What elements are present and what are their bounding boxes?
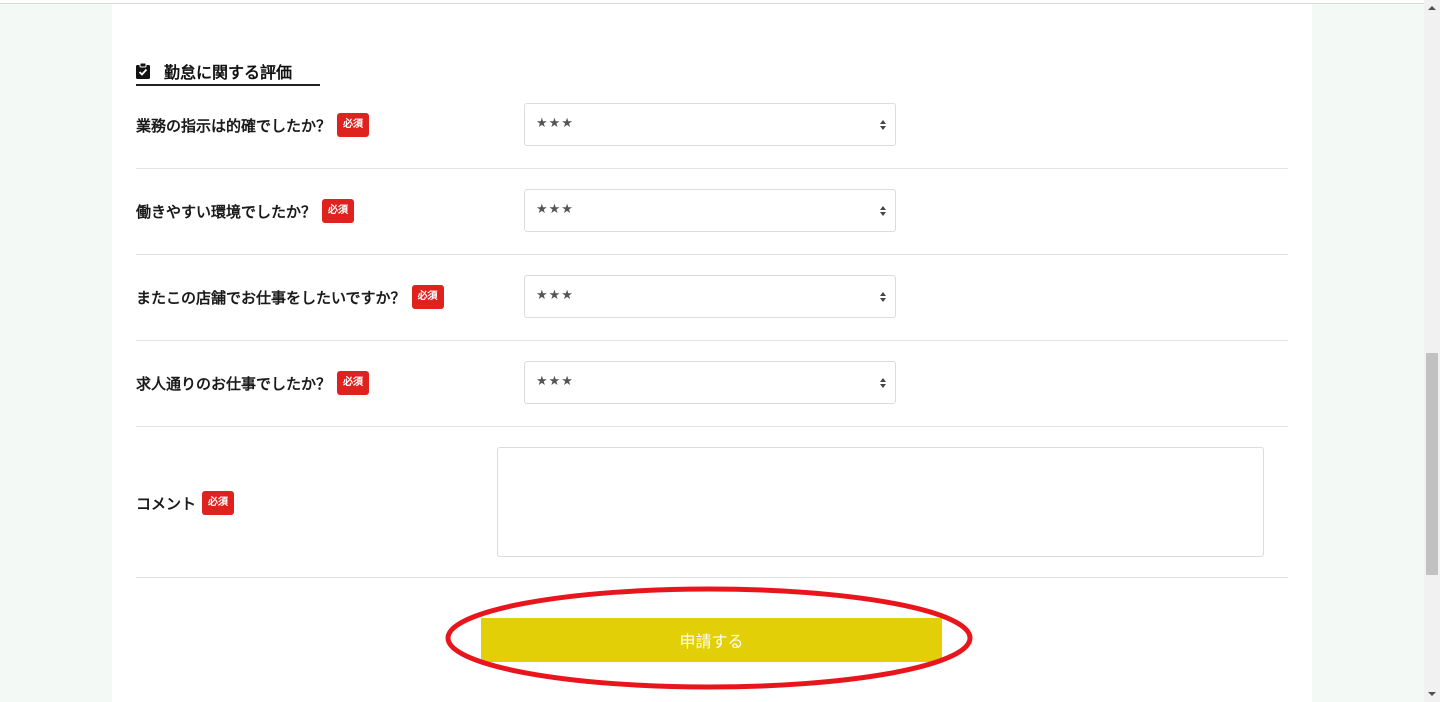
select-arrows-icon (880, 292, 886, 302)
evaluation-form: 勤怠に関する評価 業務の指示は的確でしたか？ 必須 ★★★ 働きやすい環境でした… (112, 4, 1312, 702)
scroll-thumb[interactable] (1426, 353, 1438, 575)
rating-select[interactable]: ★★★ (524, 275, 896, 318)
select-value: ★★★ (536, 288, 574, 303)
required-badge: 必須 (322, 199, 355, 223)
select-value: ★★★ (536, 374, 574, 389)
scrollbar[interactable] (1424, 0, 1440, 702)
required-badge: 必須 (337, 113, 370, 137)
question-row: 業務の指示は的確でしたか？ 必須 ★★★ (136, 84, 1288, 169)
select-arrows-icon (880, 206, 886, 216)
select-arrows-icon (880, 378, 886, 388)
comment-textarea[interactable] (497, 447, 1264, 557)
question-label: 働きやすい環境でしたか？ (136, 202, 317, 221)
scroll-down-icon[interactable] (1424, 686, 1440, 702)
question-row: またこの店舗でお仕事をしたいですか？ 必須 ★★★ (136, 255, 1288, 341)
required-badge: 必須 (202, 491, 235, 515)
select-arrows-icon (880, 120, 886, 130)
select-value: ★★★ (536, 202, 574, 217)
question-label: またこの店舗でお仕事をしたいですか？ (136, 288, 406, 307)
section-header: 勤怠に関する評価 (136, 58, 320, 86)
question-row: 求人通りのお仕事でしたか？ 必須 ★★★ (136, 341, 1288, 427)
submit-button[interactable]: 申請する (481, 618, 942, 662)
select-value: ★★★ (536, 116, 574, 131)
question-row: 働きやすい環境でしたか？ 必須 ★★★ (136, 169, 1288, 255)
clipboard-check-icon (136, 63, 150, 79)
rating-select[interactable]: ★★★ (524, 103, 896, 146)
section-title: 勤怠に関する評価 (164, 63, 293, 82)
comment-label: コメント (136, 494, 197, 513)
question-label: 業務の指示は的確でしたか？ (136, 116, 332, 135)
scroll-up-icon[interactable] (1424, 0, 1440, 16)
rating-select[interactable]: ★★★ (524, 189, 896, 232)
question-label: 求人通りのお仕事でしたか？ (136, 374, 332, 393)
required-badge: 必須 (337, 371, 370, 395)
required-badge: 必須 (411, 285, 444, 309)
rating-select[interactable]: ★★★ (524, 361, 896, 404)
